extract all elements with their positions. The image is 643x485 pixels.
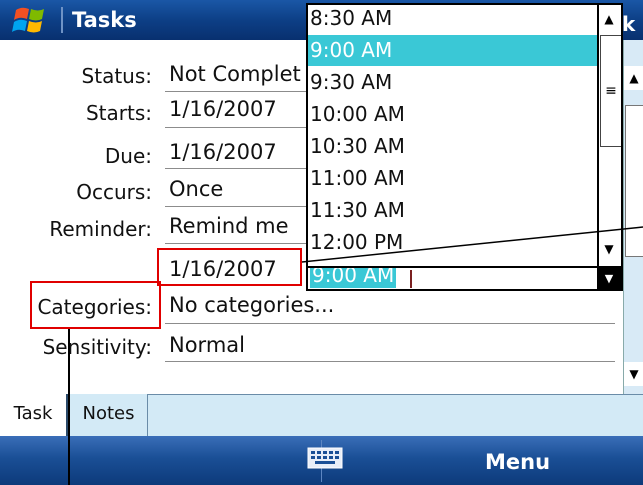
reminder-leader-line: [301, 226, 643, 263]
